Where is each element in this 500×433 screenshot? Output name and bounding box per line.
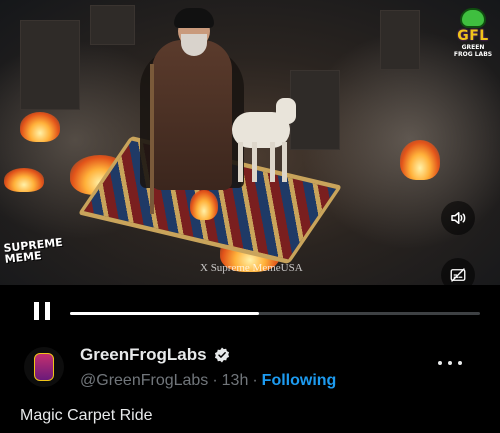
author-row: GreenFrogLabs — [80, 345, 231, 365]
supreme-meme-logo: SUPREME MEME — [3, 236, 63, 266]
figure-turban — [174, 8, 214, 28]
logo-title: GFL — [457, 28, 489, 44]
building — [90, 5, 135, 45]
verified-badge-icon — [214, 347, 229, 363]
dot-icon — [448, 361, 452, 365]
building — [380, 10, 420, 70]
tweet-header: GreenFrogLabs @GreenFrogLabs · 13h · Fol… — [0, 335, 500, 433]
following-button[interactable]: Following — [262, 372, 337, 390]
goat-leg — [282, 142, 287, 182]
post-time[interactable]: 13h — [222, 372, 249, 390]
fire — [20, 112, 60, 142]
goat-leg — [270, 142, 275, 182]
author-handle[interactable]: @GreenFrogLabs — [80, 372, 208, 390]
video-watermark: X Supreme MemeUSA — [200, 262, 303, 274]
dot-icon — [438, 361, 442, 365]
logo-subtitle: GREEN FROG LABS — [453, 44, 493, 58]
speaker-icon — [451, 212, 466, 224]
progress-fill — [70, 312, 259, 315]
pause-icon-bar — [34, 302, 39, 320]
author-meta: @GreenFrogLabs · 13h · Following — [80, 372, 336, 390]
fire — [400, 140, 440, 180]
frog-icon — [460, 8, 486, 28]
video-player[interactable]: GFL GREEN FROG LABS SUPREME MEME X Supre… — [0, 0, 500, 285]
dot-icon — [458, 361, 462, 365]
frog-icon — [34, 353, 54, 381]
fire — [4, 168, 44, 192]
author-name[interactable]: GreenFrogLabs — [80, 345, 207, 365]
goat-head — [276, 98, 296, 124]
walking-staff — [150, 64, 154, 214]
more-options-button[interactable] — [438, 359, 462, 367]
building — [290, 70, 340, 150]
meta-separator: · — [212, 372, 218, 389]
meta-separator: · — [252, 372, 258, 389]
avatar[interactable] — [24, 347, 64, 387]
player-controls — [0, 285, 500, 335]
pause-icon-bar — [45, 302, 50, 320]
captions-button[interactable] — [441, 258, 475, 285]
captions-off-icon — [450, 268, 466, 282]
volume-button[interactable] — [441, 201, 475, 235]
goat-leg — [238, 142, 243, 182]
progress-bar[interactable] — [70, 312, 480, 315]
green-frog-labs-logo: GFL GREEN FROG LABS — [452, 8, 494, 64]
tweet-text: Magic Carpet Ride — [20, 407, 153, 424]
figure-robe — [152, 40, 232, 190]
fire — [190, 190, 218, 220]
pause-button[interactable] — [34, 302, 50, 320]
goat-leg — [252, 142, 257, 182]
building — [20, 20, 80, 110]
